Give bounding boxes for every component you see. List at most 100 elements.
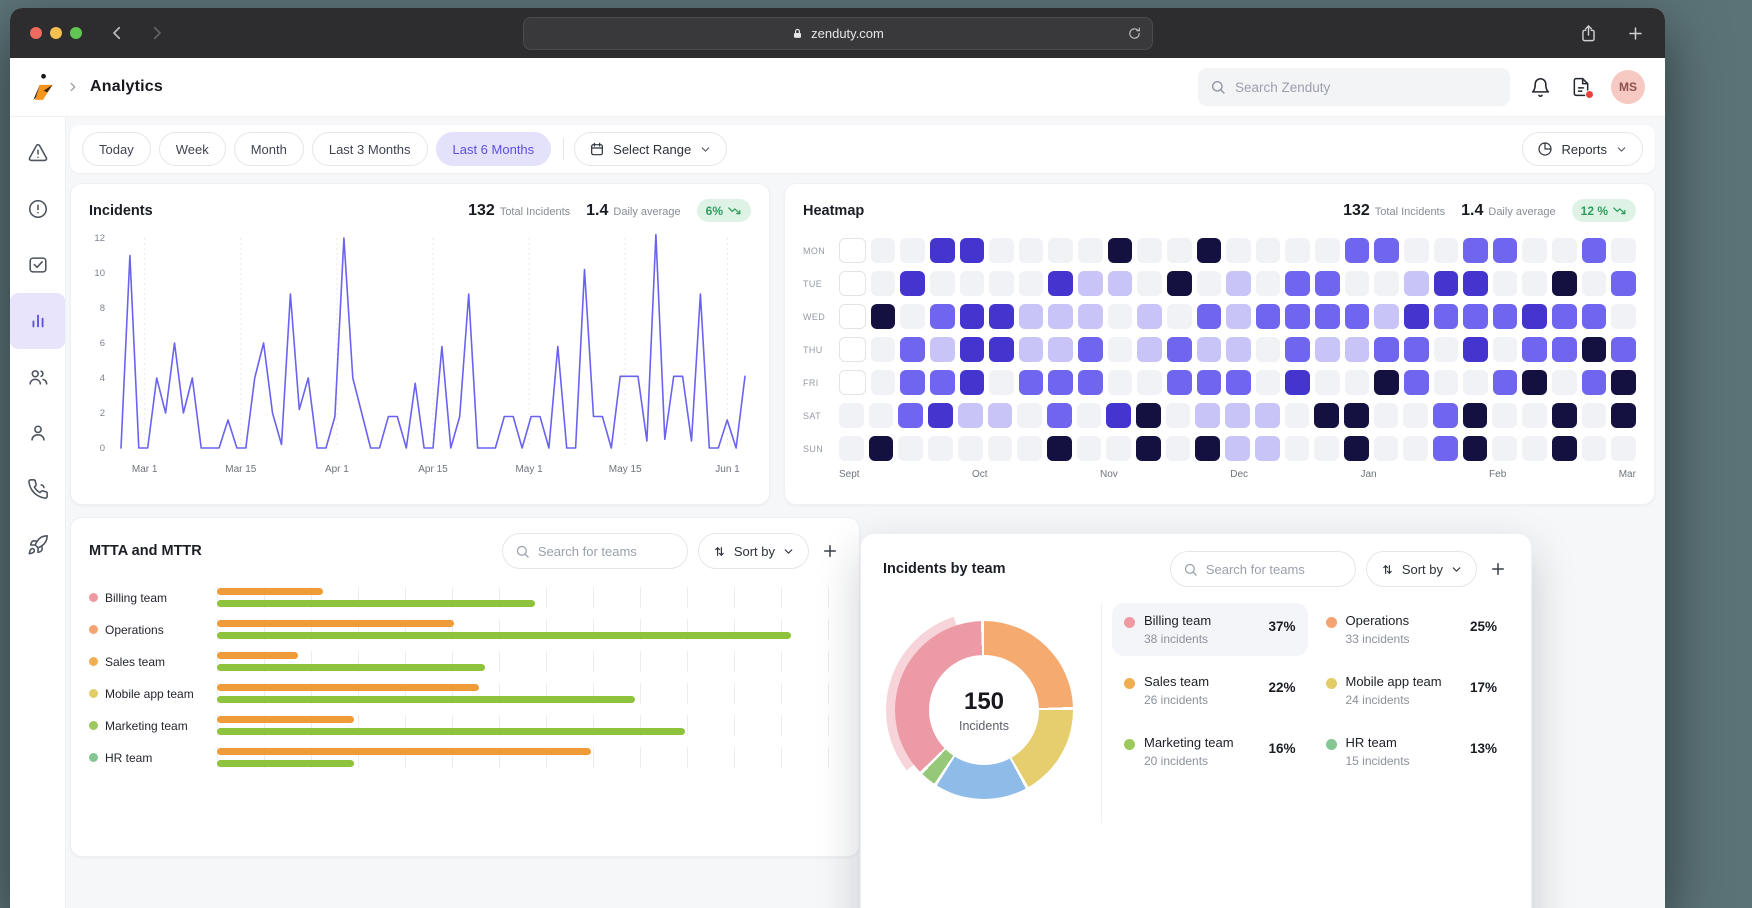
heatmap-cell[interactable] <box>1225 403 1250 428</box>
heatmap-cell[interactable] <box>1256 238 1281 263</box>
heatmap-cell[interactable] <box>1345 271 1370 296</box>
heatmap-cell[interactable] <box>1048 304 1073 329</box>
heatmap-cell[interactable] <box>1226 370 1251 395</box>
heatmap-cell[interactable] <box>1463 403 1488 428</box>
new-tab-icon[interactable] <box>1626 24 1645 43</box>
heatmap-cell[interactable] <box>958 403 983 428</box>
heatmap-cell[interactable] <box>869 403 894 428</box>
heatmap-cell[interactable] <box>1433 403 1458 428</box>
heatmap-cell[interactable] <box>839 370 866 395</box>
heatmap-cell[interactable] <box>1256 271 1281 296</box>
heatmap-cell[interactable] <box>1019 238 1044 263</box>
global-search[interactable] <box>1198 68 1510 106</box>
sidebar-item-oncall[interactable] <box>10 461 65 517</box>
heatmap-cell[interactable] <box>1106 403 1131 428</box>
heatmap-cell[interactable] <box>1285 304 1310 329</box>
heatmap-cell[interactable] <box>1285 238 1310 263</box>
heatmap-cell[interactable] <box>1108 304 1133 329</box>
heatmap-cell[interactable] <box>930 271 955 296</box>
heatmap-cell[interactable] <box>1582 403 1607 428</box>
heatmap-cell[interactable] <box>1345 337 1370 362</box>
heatmap-cell[interactable] <box>1078 271 1103 296</box>
heatmap-cell[interactable] <box>1374 403 1399 428</box>
notifications-bell-icon[interactable] <box>1530 77 1551 98</box>
heatmap-cell[interactable] <box>900 304 925 329</box>
sidebar-item-alerts[interactable] <box>10 181 65 237</box>
heatmap-cell[interactable] <box>1403 436 1428 461</box>
heatmap-cell[interactable] <box>1374 370 1399 395</box>
heatmap-cell[interactable] <box>1345 370 1370 395</box>
heatmap-cell[interactable] <box>1404 370 1429 395</box>
heatmap-cell[interactable] <box>1315 271 1340 296</box>
team-search-input[interactable] <box>1206 562 1343 577</box>
heatmap-cell[interactable] <box>1137 238 1162 263</box>
heatmap-cell[interactable] <box>1493 337 1518 362</box>
heatmap-cell[interactable] <box>1552 304 1577 329</box>
heatmap-cell[interactable] <box>1433 436 1458 461</box>
legend-item[interactable]: Billing team38 incidents37% <box>1112 603 1308 656</box>
forward-icon[interactable] <box>148 24 166 42</box>
heatmap-cell[interactable] <box>898 436 923 461</box>
sidebar-item-incidents[interactable] <box>10 125 65 181</box>
heatmap-cell[interactable] <box>839 436 864 461</box>
heatmap-cell[interactable] <box>1522 271 1547 296</box>
heatmap-cell[interactable] <box>1047 403 1072 428</box>
heatmap-cell[interactable] <box>930 238 955 263</box>
filter-pill[interactable]: Month <box>234 132 304 166</box>
heatmap-cell[interactable] <box>1404 238 1429 263</box>
share-icon[interactable] <box>1579 24 1598 43</box>
heatmap-cell[interactable] <box>1552 436 1577 461</box>
heatmap-cell[interactable] <box>1611 436 1636 461</box>
heatmap-cell[interactable] <box>1285 370 1310 395</box>
close-window-button[interactable] <box>30 27 42 39</box>
heatmap-cell[interactable] <box>1434 337 1459 362</box>
heatmap-cell[interactable] <box>900 238 925 263</box>
heatmap-cell[interactable] <box>1226 271 1251 296</box>
heatmap-cell[interactable] <box>1315 370 1340 395</box>
heatmap-cell[interactable] <box>989 271 1014 296</box>
sidebar-item-analytics[interactable] <box>10 293 65 349</box>
heatmap-cell[interactable] <box>1197 238 1222 263</box>
filter-pill[interactable]: Last 3 Months <box>312 132 428 166</box>
legend-item[interactable]: HR team15 incidents13% <box>1314 725 1510 778</box>
heatmap-cell[interactable] <box>1167 370 1192 395</box>
heatmap-cell[interactable] <box>1017 403 1042 428</box>
team-sort-button[interactable]: Sort by <box>1366 551 1477 587</box>
heatmap-cell[interactable] <box>1522 337 1547 362</box>
heatmap-cell[interactable] <box>1611 304 1636 329</box>
heatmap-cell[interactable] <box>988 403 1013 428</box>
heatmap-cell[interactable] <box>1137 271 1162 296</box>
heatmap-cell[interactable] <box>1374 238 1399 263</box>
heatmap-cell[interactable] <box>1611 403 1636 428</box>
heatmap-cell[interactable] <box>1106 436 1131 461</box>
legend-item[interactable]: Mobile app team24 incidents17% <box>1314 664 1510 717</box>
mtta-add-icon[interactable] <box>819 540 841 562</box>
heatmap-cell[interactable] <box>1404 337 1429 362</box>
heatmap-cell[interactable] <box>871 337 896 362</box>
heatmap-cell[interactable] <box>1108 370 1133 395</box>
heatmap-cell[interactable] <box>1166 436 1191 461</box>
heatmap-cell[interactable] <box>1255 436 1280 461</box>
heatmap-cell[interactable] <box>1285 403 1310 428</box>
heatmap-cell[interactable] <box>1344 403 1369 428</box>
heatmap-cell[interactable] <box>1047 436 1072 461</box>
heatmap-cell[interactable] <box>1582 271 1607 296</box>
heatmap-cell[interactable] <box>900 337 925 362</box>
heatmap-cell[interactable] <box>1582 436 1607 461</box>
heatmap-cell[interactable] <box>839 337 866 362</box>
heatmap-cell[interactable] <box>1582 304 1607 329</box>
heatmap-cell[interactable] <box>989 304 1014 329</box>
heatmap-cell[interactable] <box>1048 238 1073 263</box>
heatmap-cell[interactable] <box>1019 337 1044 362</box>
heatmap-cell[interactable] <box>1404 304 1429 329</box>
heatmap-cell[interactable] <box>958 436 983 461</box>
heatmap-cell[interactable] <box>1463 238 1488 263</box>
heatmap-cell[interactable] <box>898 403 923 428</box>
sidebar-item-teams[interactable] <box>10 349 65 405</box>
heatmap-cell[interactable] <box>1374 271 1399 296</box>
heatmap-cell[interactable] <box>1108 271 1133 296</box>
heatmap-cell[interactable] <box>1197 271 1222 296</box>
reports-button[interactable]: Reports <box>1522 132 1643 166</box>
heatmap-cell[interactable] <box>1404 271 1429 296</box>
heatmap-cell[interactable] <box>839 238 866 263</box>
